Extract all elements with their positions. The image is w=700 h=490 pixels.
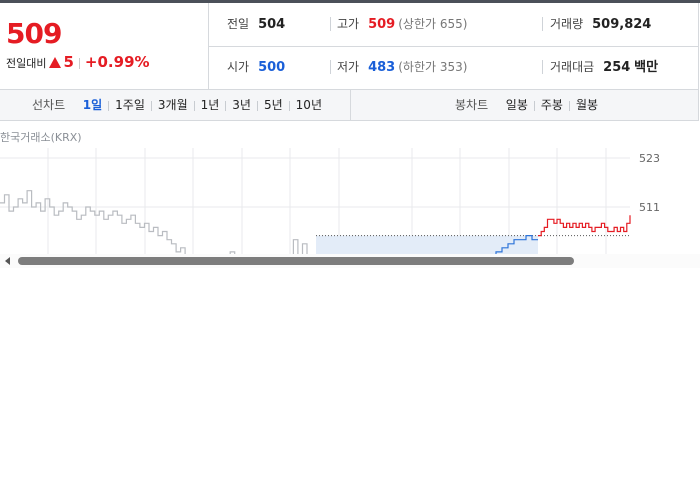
day-low: 저가 483 (하한가 353) xyxy=(337,46,467,89)
tab-10-years[interactable]: 10년 xyxy=(296,98,322,112)
tab-1-week[interactable]: 1주일 xyxy=(115,98,145,112)
line-chart-label: 선차트 xyxy=(32,98,66,112)
tab-3-years[interactable]: 3년 xyxy=(232,98,251,112)
day-high: 고가 509 (상한가 655) xyxy=(337,3,467,46)
divider xyxy=(542,60,543,74)
low-label: 저가 xyxy=(337,60,360,74)
divider xyxy=(225,100,227,111)
stats-row-1: 전일 504 고가 509 (상한가 655) 거래량 509,824 xyxy=(209,3,698,47)
above-prev-close-line xyxy=(538,215,631,237)
prev-close: 전일 504 xyxy=(227,3,285,46)
open-price: 시가 500 xyxy=(227,46,285,89)
trade-value: 거래대금 254 백만 xyxy=(550,46,658,89)
divider xyxy=(108,100,110,111)
stats-row-2: 시가 500 저가 483 (하한가 353) 거래대금 254 백만 xyxy=(209,46,698,89)
volume-value: 509,824 xyxy=(592,17,652,32)
tab-3-months[interactable]: 3개월 xyxy=(158,98,188,112)
current-price: 509 xyxy=(6,17,62,50)
candle-chart-label: 봉차트 xyxy=(455,98,489,112)
line-chart-tabs: 선차트 1일 1주일 3개월 1년 3년 5년 10년 xyxy=(32,90,322,120)
up-triangle-icon xyxy=(49,57,62,68)
divider xyxy=(533,100,535,111)
period-bar: 선차트 1일 1주일 3개월 1년 3년 5년 10년 봉차트 일봉 주봉 월봉 xyxy=(0,89,699,121)
candle-chart-tabs: 봉차트 일봉 주봉 월봉 xyxy=(455,90,598,120)
divider xyxy=(256,100,258,111)
volume-label: 거래량 xyxy=(550,17,584,31)
divider xyxy=(330,17,331,31)
tab-weekly-candle[interactable]: 주봉 xyxy=(541,98,563,112)
divider xyxy=(150,100,152,111)
divider xyxy=(288,100,290,111)
divider xyxy=(193,100,195,111)
below-prev-close-area xyxy=(316,235,538,254)
price-chart-svg: 523 511 xyxy=(0,148,660,254)
tab-1-day[interactable]: 1일 xyxy=(83,98,102,112)
divider xyxy=(568,100,570,111)
high-value: 509 xyxy=(368,17,396,32)
current-price-box: 509 전일대비 5 +0.99% xyxy=(0,3,209,89)
change-label: 전일대비 xyxy=(6,57,47,70)
high-label: 고가 xyxy=(337,17,360,31)
history-series-line xyxy=(0,190,308,254)
prev-close-label: 전일 xyxy=(227,17,250,31)
tab-daily-candle[interactable]: 일봉 xyxy=(506,98,528,112)
trade-value-label: 거래대금 xyxy=(550,60,595,74)
scrollbar-thumb[interactable] xyxy=(18,257,574,265)
prev-close-value: 504 xyxy=(258,17,286,32)
price-panel: 509 전일대비 5 +0.99% 전일 504 고가 509 (상한가 655) 거래량… xyxy=(0,3,699,90)
divider xyxy=(78,58,80,69)
trade-value-unit: 백만 xyxy=(634,60,659,75)
y-tick-label: 523 xyxy=(639,152,660,165)
open-label: 시가 xyxy=(227,60,250,74)
tab-monthly-candle[interactable]: 월봉 xyxy=(576,98,598,112)
tab-5-years[interactable]: 5년 xyxy=(264,98,283,112)
open-value: 500 xyxy=(258,60,286,75)
volume: 거래량 509,824 xyxy=(550,3,651,46)
divider xyxy=(542,17,543,31)
change-value: 5 xyxy=(63,53,74,71)
change-percent: +0.99% xyxy=(84,53,150,71)
y-tick-label: 511 xyxy=(639,201,660,214)
lower-limit: (하한가 353) xyxy=(398,60,468,74)
scroll-left-icon[interactable] xyxy=(5,257,10,265)
upper-limit: (상한가 655) xyxy=(398,17,468,31)
horizontal-scrollbar[interactable] xyxy=(0,254,700,268)
data-source: 한국거래소(KRX) xyxy=(0,131,82,144)
trade-value-amount: 254 xyxy=(603,60,631,75)
tab-1-year[interactable]: 1년 xyxy=(201,98,220,112)
price-change: 전일대비 5 +0.99% xyxy=(6,53,150,71)
low-value: 483 xyxy=(368,60,396,75)
divider xyxy=(330,60,331,74)
divider xyxy=(350,90,351,120)
price-chart: 523 511 xyxy=(0,148,700,254)
stock-widget: 509 전일대비 5 +0.99% 전일 504 고가 509 (상한가 655) 거래량… xyxy=(0,0,700,490)
